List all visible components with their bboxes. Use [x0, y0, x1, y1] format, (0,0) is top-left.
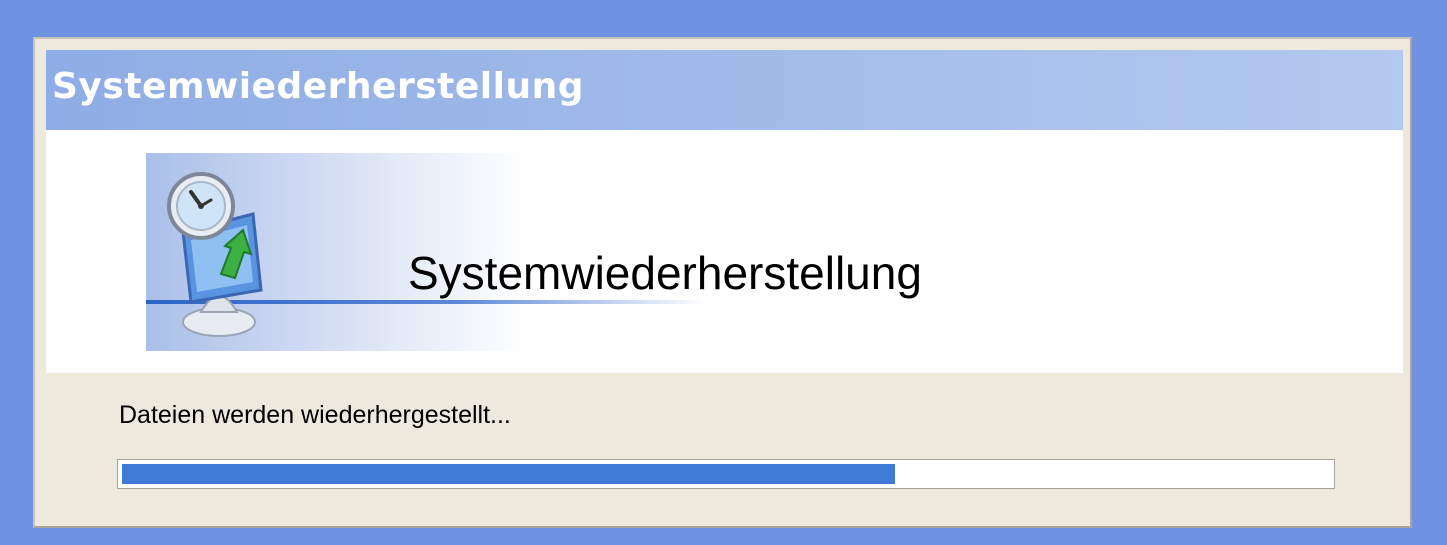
system-restore-dialog: Systemwiederherstellung Systemwiederhers…	[33, 37, 1412, 528]
header-banner: Systemwiederherstellung	[46, 130, 1403, 373]
banner-title: Systemwiederherstellung	[408, 247, 922, 299]
system-restore-icon	[167, 172, 263, 337]
progress-track	[122, 464, 1330, 484]
window-title: Systemwiederherstellung	[52, 66, 584, 107]
title-bar[interactable]: Systemwiederherstellung	[46, 50, 1403, 130]
status-label: Dateien werden wiederhergestellt...	[119, 401, 511, 429]
progress-fill	[122, 464, 896, 484]
restore-progress-bar	[117, 459, 1335, 489]
